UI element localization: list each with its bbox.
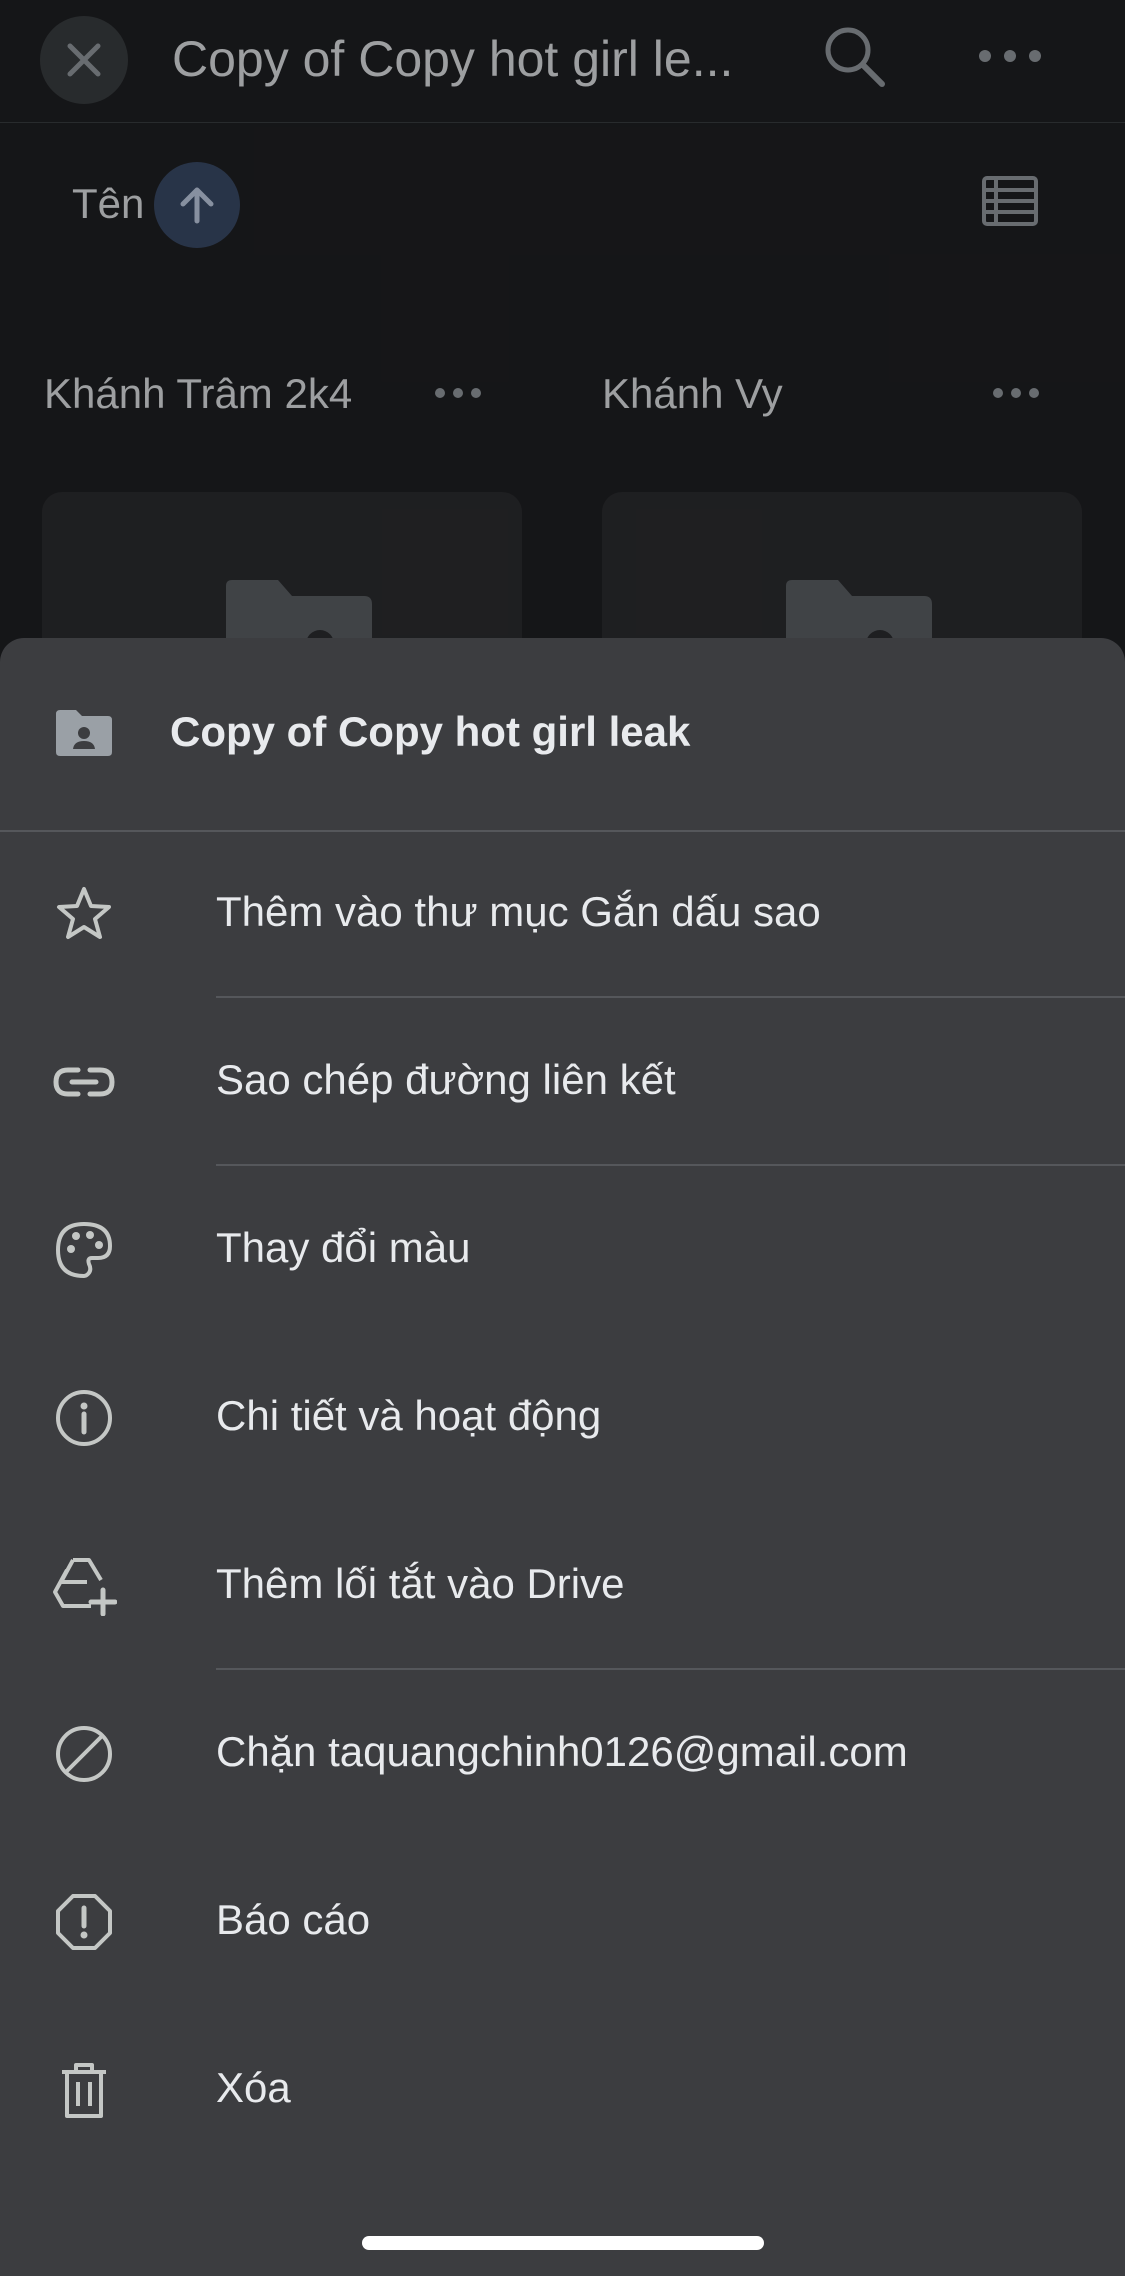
menu-item-label: Xóa — [216, 2064, 291, 2111]
menu-item-copy-link[interactable]: Sao chép đường liên kết — [0, 998, 1125, 1166]
shared-folder-icon — [56, 710, 112, 756]
block-icon — [56, 1726, 112, 1782]
menu-item-add-shortcut[interactable]: Thêm lối tắt vào Drive — [0, 1502, 1125, 1670]
link-icon — [53, 1067, 115, 1097]
report-icon — [56, 1894, 112, 1950]
menu-item-label: Chi tiết và hoạt động — [216, 1392, 602, 1439]
menu-item-add-star[interactable]: Thêm vào thư mục Gắn dấu sao — [0, 830, 1125, 998]
add-to-drive-icon — [53, 1558, 117, 1616]
menu-item-label: Thêm vào thư mục Gắn dấu sao — [216, 888, 821, 935]
star-icon — [57, 887, 111, 939]
menu-item-delete[interactable]: Xóa — [0, 2006, 1125, 2174]
sheet-title: Copy of Copy hot girl leak — [170, 708, 691, 755]
sheet-header: Copy of Copy hot girl leak — [0, 638, 1125, 832]
bottom-sheet: Copy of Copy hot girl leak Thêm vào thư … — [0, 638, 1125, 2276]
menu-item-label: Thêm lối tắt vào Drive — [216, 1560, 625, 1607]
trash-icon — [62, 2063, 106, 2118]
menu-item-label: Thay đổi màu — [216, 1224, 471, 1271]
menu-item-change-color[interactable]: Thay đổi màu — [0, 1166, 1125, 1334]
info-icon — [56, 1390, 112, 1446]
menu-item-report[interactable]: Báo cáo — [0, 1838, 1125, 2006]
menu-item-label: Chặn taquangchinh0126@gmail.com — [216, 1728, 908, 1775]
menu-item-details[interactable]: Chi tiết và hoạt động — [0, 1334, 1125, 1502]
menu-item-block-user[interactable]: Chặn taquangchinh0126@gmail.com — [0, 1670, 1125, 1838]
menu-item-label: Báo cáo — [216, 1896, 371, 1943]
menu-item-label: Sao chép đường liên kết — [216, 1056, 676, 1103]
palette-icon — [55, 1221, 113, 1279]
home-indicator[interactable] — [362, 2236, 764, 2250]
